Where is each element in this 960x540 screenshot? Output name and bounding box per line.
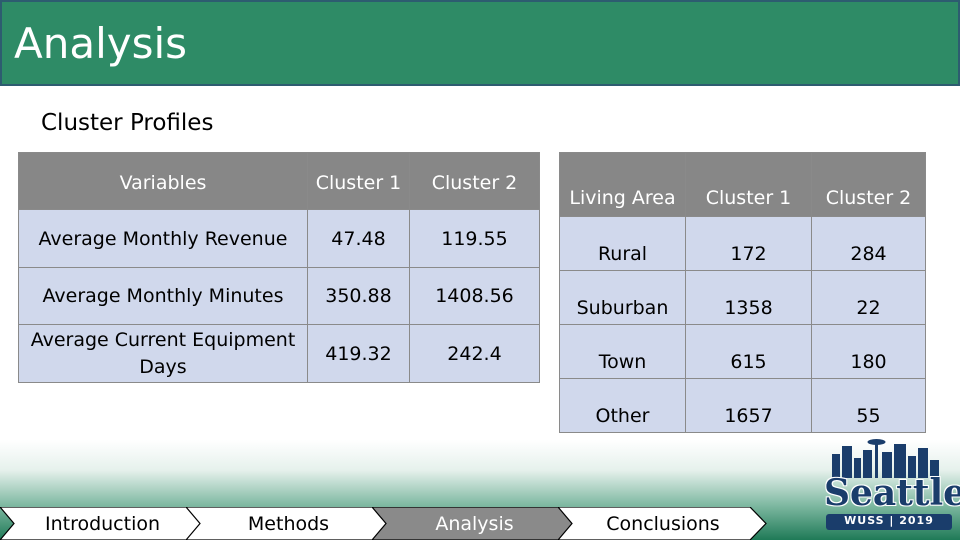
- nav-item-label: Analysis: [435, 512, 514, 535]
- table-cell: 419.32: [307, 324, 410, 383]
- table-cell: 1657: [685, 378, 812, 433]
- table-cell: 119.55: [409, 209, 540, 268]
- table-header-row: Variables Cluster 1 Cluster 2: [18, 152, 540, 210]
- table-row: Average Monthly Revenue 47.48 119.55: [18, 209, 540, 268]
- table-row: Town 615 180: [559, 324, 926, 379]
- nav-item-introduction[interactable]: Introduction: [0, 507, 205, 540]
- table-cell: 55: [811, 378, 926, 433]
- table-cell: Town: [559, 324, 686, 379]
- nav-item-label: Methods: [247, 512, 330, 535]
- table-cell: Other: [559, 378, 686, 433]
- section-subtitle: Cluster Profiles: [41, 110, 214, 136]
- conference-logo: Seattle WUSS | 2019: [818, 432, 960, 532]
- table-cell: 172: [685, 216, 812, 271]
- logo-subtext: WUSS | 2019: [844, 514, 934, 527]
- nav-item-label: Conclusions: [606, 512, 720, 535]
- table-header-cell: Cluster 2: [409, 152, 540, 210]
- living-area-table: Living Area Cluster 1 Cluster 2 Rural 17…: [559, 152, 926, 433]
- table-cell: 615: [685, 324, 812, 379]
- table-cell: 242.4: [409, 324, 540, 383]
- table-header-cell: Variables: [18, 152, 308, 210]
- table-header-cell: Living Area: [559, 152, 686, 217]
- table-row: Average Monthly Minutes 350.88 1408.56: [18, 267, 540, 325]
- page-title: Analysis: [14, 19, 188, 68]
- nav-item-methods[interactable]: Methods: [186, 507, 391, 540]
- nav-item-analysis[interactable]: Analysis: [372, 507, 577, 540]
- logo-wordmark: Seattle: [824, 472, 960, 514]
- section-nav: Introduction Methods Analysis Conclusion…: [0, 507, 780, 540]
- table-row: Other 1657 55: [559, 378, 926, 433]
- table-cell: 284: [811, 216, 926, 271]
- table-row: Rural 172 284: [559, 216, 926, 271]
- table-header-row: Living Area Cluster 1 Cluster 2: [559, 152, 926, 217]
- table-cell: 180: [811, 324, 926, 379]
- table-cell: Average Monthly Minutes: [18, 267, 308, 325]
- table-cell: 47.48: [307, 209, 410, 268]
- nav-item-conclusions[interactable]: Conclusions: [558, 507, 768, 540]
- table-cell: Suburban: [559, 270, 686, 325]
- table-cell: 1408.56: [409, 267, 540, 325]
- table-header-cell: Cluster 1: [307, 152, 410, 210]
- table-header-cell: Cluster 1: [685, 152, 812, 217]
- table-row: Average Current Equipment Days 419.32 24…: [18, 324, 540, 383]
- table-cell: 350.88: [307, 267, 410, 325]
- table-cell: 22: [811, 270, 926, 325]
- table-cell: Average Monthly Revenue: [18, 209, 308, 268]
- table-cell: 1358: [685, 270, 812, 325]
- nav-item-label: Introduction: [44, 512, 161, 535]
- table-header-cell: Cluster 2: [811, 152, 926, 217]
- table-row: Suburban 1358 22: [559, 270, 926, 325]
- title-bar: Analysis: [0, 0, 960, 86]
- variables-table: Variables Cluster 1 Cluster 2 Average Mo…: [18, 152, 540, 383]
- table-cell: Average Current Equipment Days: [18, 324, 308, 383]
- table-cell: Rural: [559, 216, 686, 271]
